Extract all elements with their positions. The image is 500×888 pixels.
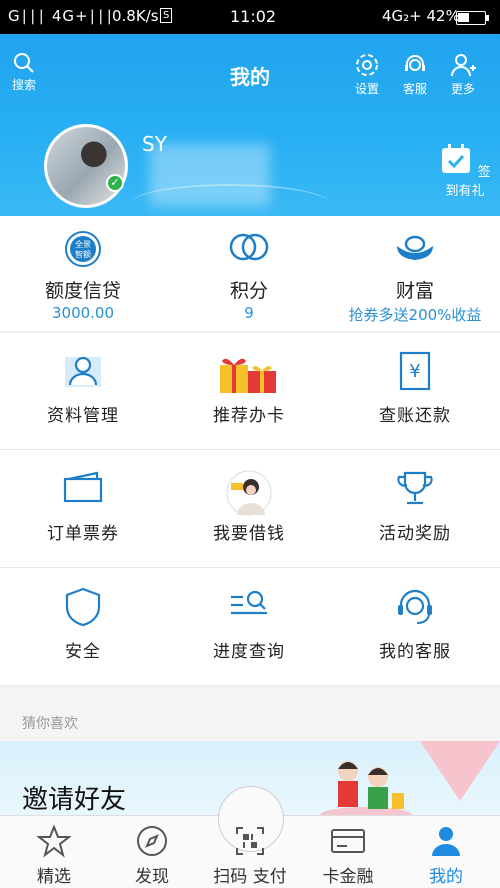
add-person-icon [451,54,476,77]
bottom-nav: 精选 发现 扫码 支付 卡金融 我的 [0,786,500,888]
grid-item-bill[interactable]: ¥ 查账还款 [332,333,498,450]
nav-featured[interactable]: 精选 [4,824,104,887]
wave-decoration [130,184,330,216]
status-bar: G∣∣∣ 4G+∣∣∣ 0.8K/s S 11:02 4G₂+ 42% [0,0,500,34]
stat-wealth[interactable]: 财富 抢券多送200%收益 [332,216,498,332]
headset-icon [405,55,425,71]
svg-text:智额: 智额 [75,249,91,259]
triangle-decoration [420,741,500,801]
grid-item-security[interactable]: 安全 [0,569,166,686]
nav-label: 卡金融 [322,867,374,887]
stat-title: 财富 [395,280,434,302]
grid-item-label: 我的客服 [379,642,451,662]
grid-item-orders[interactable]: 订单票券 [0,451,166,568]
stat-title: 额度信贷 [44,280,121,302]
grid-item-recommend-card[interactable]: 推荐办卡 [166,333,332,450]
svg-text:全景: 全景 [75,239,91,249]
grid-item-label: 订单票券 [47,524,119,544]
progress-search-icon [231,590,267,615]
profile-header: 搜索 我的 设置 客服 更多 ✓ SY 签到有礼 [0,34,500,216]
person-icon [432,827,460,856]
guess-section-header: 猜你喜欢 [0,687,500,741]
nav-mine[interactable]: 我的 [396,824,496,887]
grid-item-customer-service[interactable]: 我的客服 [332,569,498,686]
stat-value: 3000.00 [51,304,115,322]
nav-scan-pay[interactable]: 扫码 支付 [200,824,300,887]
more-button[interactable]: 更多 [450,52,476,97]
shield-icon [65,587,101,627]
checkin-button[interactable]: 签到有礼 [436,142,494,199]
profile-icon [65,356,101,387]
grid-item-label: 安全 [65,642,101,662]
stats-row: 全景 智额 额度信贷 3000.00 积分 9 财富 抢券多送200%收益 [0,216,500,332]
banner-text: 邀请好友 [22,785,127,815]
settings-button[interactable]: 设置 [354,52,380,97]
nav-card-finance[interactable]: 卡金融 [298,824,398,887]
customer-service-button[interactable]: 客服 [402,52,428,97]
grid-item-label: 查账还款 [379,406,451,426]
grid-item-profile[interactable]: 资料管理 [0,333,166,450]
verified-check-icon: ✓ [106,174,124,192]
avatar[interactable] [44,124,128,208]
nav-label: 发现 [135,867,169,887]
stat-value: 9 [244,304,254,322]
nav-label: 我的 [429,867,463,887]
grid-item-borrow[interactable]: 我要借钱 [166,451,332,568]
grid-row: 安全 进度查询 我的客服 [0,569,500,686]
nav-label: 精选 [37,867,71,887]
nav-label: 扫码 支付 [213,867,287,887]
calendar-check-icon [442,144,471,173]
grid-item-label: 推荐办卡 [213,406,285,426]
card-icon [331,829,365,853]
headset-icon [398,589,432,624]
stat-title: 积分 [229,280,268,302]
grid-item-rewards[interactable]: 活动奖励 [332,451,498,568]
guess-title: 猜你喜欢 [22,716,78,732]
service-label: 客服 [402,82,427,96]
clock: 11:02 [230,7,277,26]
more-label: 更多 [450,82,475,96]
grid-row: 资料管理 推荐办卡 ¥ 查账还款 [0,333,500,450]
star-icon [37,824,71,858]
gold-ingot-icon [397,235,433,260]
grid-item-label: 资料管理 [47,406,119,426]
nav-discover[interactable]: 发现 [102,824,202,887]
svg-text:¥: ¥ [409,361,420,382]
trophy-icon [397,471,433,505]
signal-indicator: G∣∣∣ 4G+∣∣∣ [8,7,115,25]
grid-row: 订单票券 我要借钱 活动奖励 [0,451,500,568]
gift-icon [220,358,276,393]
battery-icon [456,11,489,25]
stat-points[interactable]: 积分 9 [166,216,332,332]
kids-illustration [320,761,412,821]
bill-icon: ¥ [399,351,431,391]
credit-badge-icon: 全景智额 [65,231,101,267]
stat-credit[interactable]: 全景 智额 额度信贷 3000.00 [0,216,166,332]
grid-item-label: 活动奖励 [379,524,451,544]
grid-item-label: 我要借钱 [213,524,285,544]
feature-grid: 资料管理 推荐办卡 ¥ 查账还款 订单票券 我要借钱 活动奖励 安全 进度查询 … [0,333,500,686]
gear-icon [356,54,378,76]
grid-item-progress[interactable]: 进度查询 [166,569,332,686]
ticket-icon [63,471,103,503]
settings-label: 设置 [354,82,379,96]
s-badge: S [160,8,173,23]
stat-value: 抢券多送200%收益 [348,306,482,324]
scan-icon [236,827,264,855]
network-speed: 0.8K/s [112,7,159,25]
compass-icon [137,826,167,856]
grid-item-label: 进度查询 [213,642,285,662]
points-icon [229,233,269,261]
loan-avatar-icon [226,470,272,516]
network-battery-text: 4G₂+ 42% [382,7,460,25]
